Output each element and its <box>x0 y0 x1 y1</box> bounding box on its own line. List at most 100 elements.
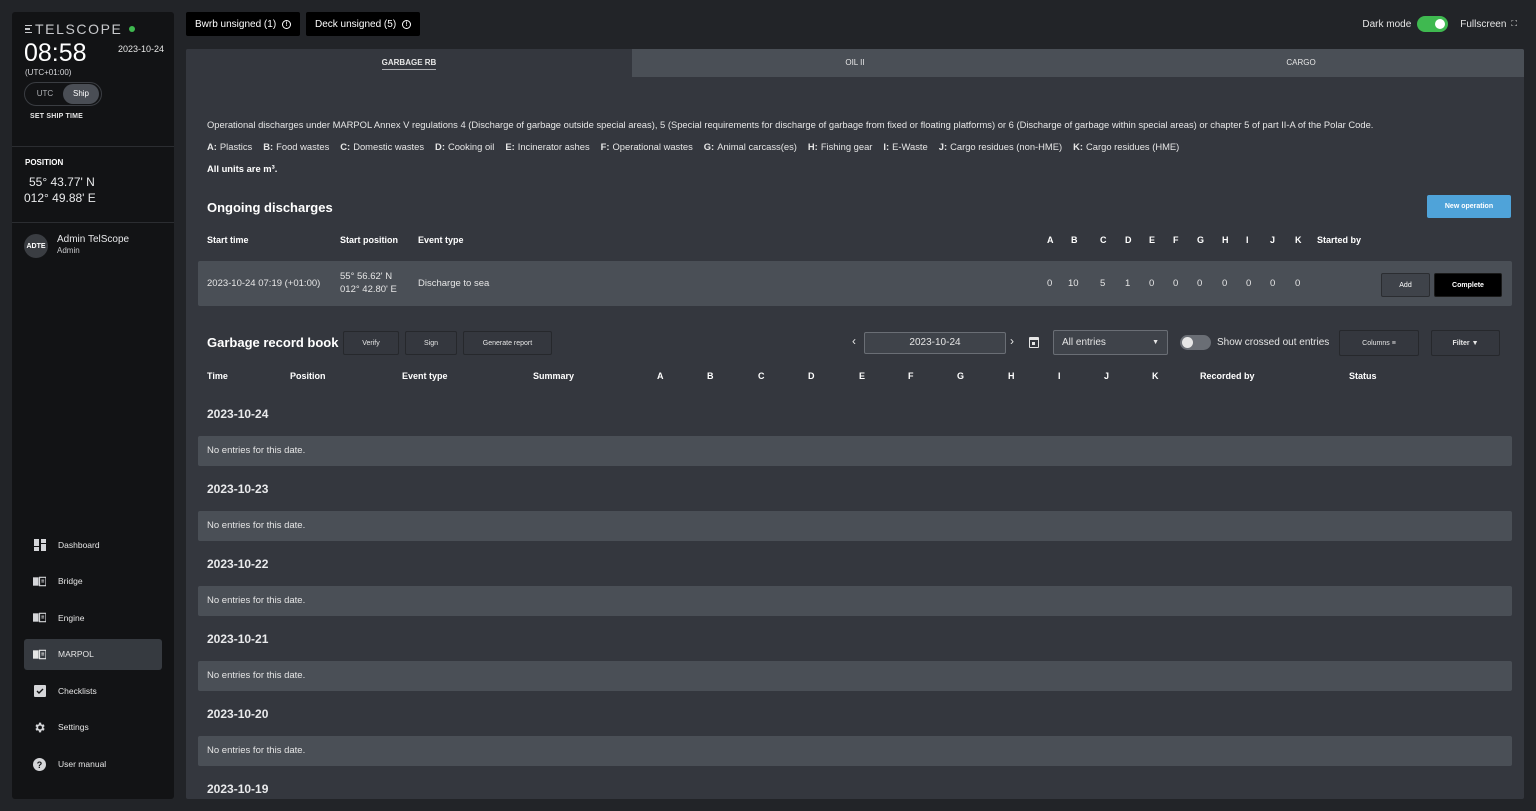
online-status-dot <box>128 26 135 32</box>
filter-button[interactable]: Filter ▼ <box>1431 330 1500 356</box>
legend-key: F: <box>600 141 610 152</box>
sidebar-item-bridge[interactable]: Bridge <box>24 566 162 597</box>
gear-icon <box>33 721 46 734</box>
legend-item: G: Animal carcass(es) <box>704 141 797 152</box>
select-value: All entries <box>1062 337 1106 348</box>
previous-date-button[interactable]: ‹ <box>852 334 856 348</box>
col-status: Status <box>1349 371 1377 381</box>
col-category-h: H <box>1008 371 1015 381</box>
legend-label: E-Waste <box>892 141 928 152</box>
tz-option-ship[interactable]: Ship <box>63 84 99 104</box>
empty-day-row: No entries for this date. <box>198 436 1512 466</box>
entries-filter-select[interactable]: All entries ▼ <box>1053 330 1168 355</box>
legend-item: B: Food wastes <box>263 141 329 152</box>
col-category-f: F <box>1173 235 1179 245</box>
sidebar-item-checklists[interactable]: Checklists <box>24 675 162 706</box>
user-name: Admin TelScope <box>57 234 130 245</box>
sign-button[interactable]: Sign <box>405 331 457 355</box>
day-heading: 2023-10-19 <box>207 782 269 796</box>
tab-oil-ii[interactable]: OIL II <box>632 49 1078 77</box>
col-event-type: Event type <box>402 371 448 381</box>
tab-garbage-rb[interactable]: GARBAGE RB <box>186 49 632 77</box>
new-operation-button[interactable]: New operation <box>1427 195 1511 218</box>
day-heading: 2023-10-20 <box>207 707 269 721</box>
position-latitude: 55° 43.77' N <box>29 175 95 189</box>
complete-button[interactable]: Complete <box>1434 273 1502 297</box>
empty-day-row: No entries for this date. <box>198 511 1512 541</box>
position-longitude: 012° 49.88' E <box>24 191 96 205</box>
empty-day-row: No entries for this date. <box>198 586 1512 616</box>
cell-category-value: 0 <box>1149 278 1155 289</box>
legend-item: K: Cargo residues (HME) <box>1073 141 1179 152</box>
col-category-c: C <box>758 371 765 381</box>
col-category-i: I <box>1246 235 1249 245</box>
col-category-b: B <box>1071 235 1078 245</box>
columns-icon: ≡ <box>1391 339 1396 347</box>
legend-label: Animal carcass(es) <box>717 141 797 152</box>
add-button[interactable]: Add <box>1381 273 1430 297</box>
col-category-j: J <box>1270 235 1276 245</box>
day-heading: 2023-10-22 <box>207 557 269 571</box>
sidebar-item-dashboard[interactable]: Dashboard <box>24 529 162 560</box>
tz-option-utc[interactable]: UTC <box>27 84 63 104</box>
deck-unsigned-button[interactable]: Deck unsigned (5) ! <box>306 12 421 36</box>
dark-mode-toggle[interactable] <box>1417 16 1449 32</box>
clock-date: 2023-10-24 <box>118 44 165 54</box>
set-ship-time-link[interactable]: SET SHIP TIME <box>30 113 83 120</box>
position-label: POSITION <box>25 158 64 167</box>
svg-text:?: ? <box>37 760 43 770</box>
verify-button[interactable]: Verify <box>343 331 399 355</box>
fullscreen-icon[interactable]: ⛶ <box>1511 19 1517 29</box>
tab-bar: GARBAGE RB OIL II CARGO <box>186 49 1524 77</box>
legend-key: J: <box>938 141 948 152</box>
col-category-i: I <box>1058 371 1061 381</box>
cell-start-lat: 55° 56.62' N <box>340 271 393 282</box>
tab-cargo[interactable]: CARGO <box>1078 49 1524 77</box>
sidebar-item-marpol[interactable]: MARPOL <box>24 638 162 670</box>
legend-item: F: Operational wastes <box>601 141 693 152</box>
legend-item: H: Fishing gear <box>808 141 873 152</box>
ongoing-discharges-title: Ongoing discharges <box>207 200 333 215</box>
timezone-toggle[interactable]: UTC Ship <box>24 82 102 106</box>
legend-label: Cooking oil <box>447 141 495 152</box>
cell-category-value: 0 <box>1047 278 1053 289</box>
col-category-d: D <box>1125 235 1132 245</box>
tab-label: CARGO <box>1286 58 1316 67</box>
date-input[interactable]: 2023-10-24 <box>864 332 1006 354</box>
cell-category-value: 0 <box>1246 278 1252 289</box>
record-book-title: Garbage record book <box>207 335 339 350</box>
next-date-button[interactable]: › <box>1010 334 1014 348</box>
calendar-icon[interactable] <box>1029 337 1039 348</box>
book-icon <box>33 611 46 624</box>
show-crossed-out-toggle[interactable] <box>1180 335 1211 350</box>
show-crossed-out-label: Show crossed out entries <box>1217 337 1330 348</box>
legend-key: E: <box>505 141 515 152</box>
sidebar-item-engine[interactable]: Engine <box>24 602 162 633</box>
legend-item: C: Domestic wastes <box>340 141 424 152</box>
legend-key: B: <box>263 141 274 152</box>
columns-label: Columns <box>1362 339 1390 347</box>
legend-key: I: <box>883 141 890 152</box>
cell-event-type: Discharge to sea <box>418 278 490 289</box>
generate-report-button[interactable]: Generate report <box>463 331 552 355</box>
sidebar-item-settings[interactable]: Settings <box>24 712 162 743</box>
columns-button[interactable]: Columns ≡ <box>1339 330 1419 356</box>
sidebar-item-label: User manual <box>58 759 107 770</box>
sidebar-item-label: Dashboard <box>58 539 100 550</box>
bwrb-unsigned-button[interactable]: Bwrb unsigned (1) ! <box>186 12 301 36</box>
sidebar: TELSCOPE 08:58 2023-10-24 (UTC+01:00) UT… <box>12 12 174 799</box>
col-category-b: B <box>707 371 714 381</box>
sidebar-item-label: Settings <box>58 722 89 733</box>
marpol-description: Operational discharges under MARPOL Anne… <box>207 119 1374 130</box>
category-legend: A: Plastics B: Food wastes C: Domestic wastes… <box>207 141 1190 152</box>
fullscreen-button[interactable]: Fullscreen <box>1460 19 1506 30</box>
col-start-time: Start time <box>207 235 249 245</box>
sidebar-item-user-manual[interactable]: ? User manual <box>24 749 162 780</box>
legend-label: Plastics <box>219 141 253 152</box>
user-profile[interactable]: ADTE Admin TelScope Admin <box>24 234 129 258</box>
checkbox-icon <box>33 684 46 697</box>
brand-logo: TELSCOPE <box>25 21 135 37</box>
pill-label: Deck unsigned (5) <box>315 18 397 30</box>
top-controls: Dark mode Fullscreen ⛶ <box>1362 16 1517 32</box>
main-panel: GARBAGE RB OIL II CARGO Operational disc… <box>186 49 1524 799</box>
